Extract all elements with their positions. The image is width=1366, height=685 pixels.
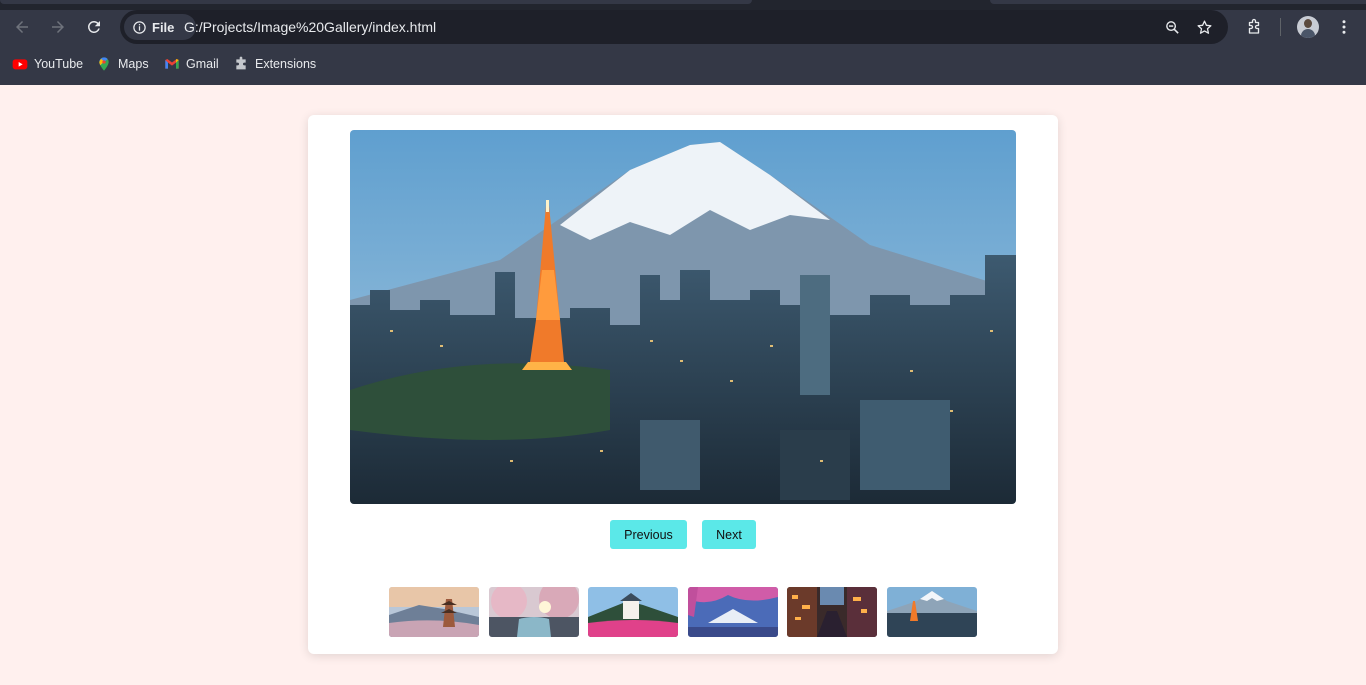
thumbnail-pagoda[interactable] — [389, 587, 479, 637]
youtube-icon — [12, 59, 28, 70]
puzzle-icon — [1248, 18, 1260, 34]
browser-chrome: File G:/Projects/Image%20Gallery/index.h… — [0, 0, 1366, 85]
reload-icon — [87, 20, 100, 33]
toolbar-divider — [1280, 18, 1281, 36]
thumbnail-tokyo-tower-mount-fuji[interactable] — [887, 587, 977, 637]
back-button[interactable] — [9, 14, 35, 40]
forward-button[interactable] — [45, 14, 71, 40]
tab[interactable] — [990, 0, 1366, 4]
forward-arrow-icon — [52, 21, 64, 33]
tab-strip — [0, 0, 1366, 10]
bookmark-gmail[interactable]: Gmail — [164, 52, 219, 76]
star-icon — [1196, 19, 1212, 34]
gallery-card: Previous Next — [308, 115, 1058, 654]
maps-icon — [99, 57, 109, 71]
address-bar[interactable]: File G:/Projects/Image%20Gallery/index.h… — [120, 10, 1228, 44]
bookmarks-bar: YouTube Maps Gmail Extensions — [0, 52, 1366, 76]
url-text[interactable]: G:/Projects/Image%20Gallery/index.html — [184, 19, 436, 35]
bookmark-label: Extensions — [255, 57, 317, 71]
back-arrow-icon — [16, 21, 28, 33]
main-image — [350, 130, 1016, 504]
bookmark-star-button[interactable] — [1193, 16, 1215, 38]
bookmark-label: Gmail — [186, 57, 219, 71]
gmail-icon — [165, 59, 179, 69]
bookmark-youtube[interactable]: YouTube — [12, 52, 83, 76]
next-button[interactable]: Next — [702, 520, 756, 549]
bookmark-label: YouTube — [34, 57, 84, 71]
zoom-out-icon — [1165, 20, 1179, 34]
zoom-button[interactable] — [1161, 16, 1183, 38]
thumbnail-cherry-blossom-river[interactable] — [489, 587, 579, 637]
bookmark-maps[interactable]: Maps — [96, 52, 149, 76]
reload-button[interactable] — [81, 14, 107, 40]
extensions-icon — [236, 56, 246, 70]
bookmark-extensions[interactable]: Extensions — [233, 52, 316, 76]
extensions-button[interactable] — [1241, 14, 1267, 40]
previous-button[interactable]: Previous — [610, 520, 687, 549]
more-vert-icon — [1342, 20, 1346, 34]
menu-button[interactable] — [1331, 14, 1357, 40]
thumbnail-castle-pink-flowers[interactable] — [588, 587, 678, 637]
profile-avatar[interactable] — [1297, 16, 1319, 38]
chip-label: File — [152, 19, 175, 35]
thumbnail-city-street-night[interactable] — [787, 587, 877, 637]
thumbnail-mount-fuji-cherry-blossoms[interactable] — [688, 587, 778, 637]
info-icon — [133, 20, 146, 34]
active-tab[interactable] — [0, 0, 752, 4]
bookmark-label: Maps — [118, 57, 149, 71]
